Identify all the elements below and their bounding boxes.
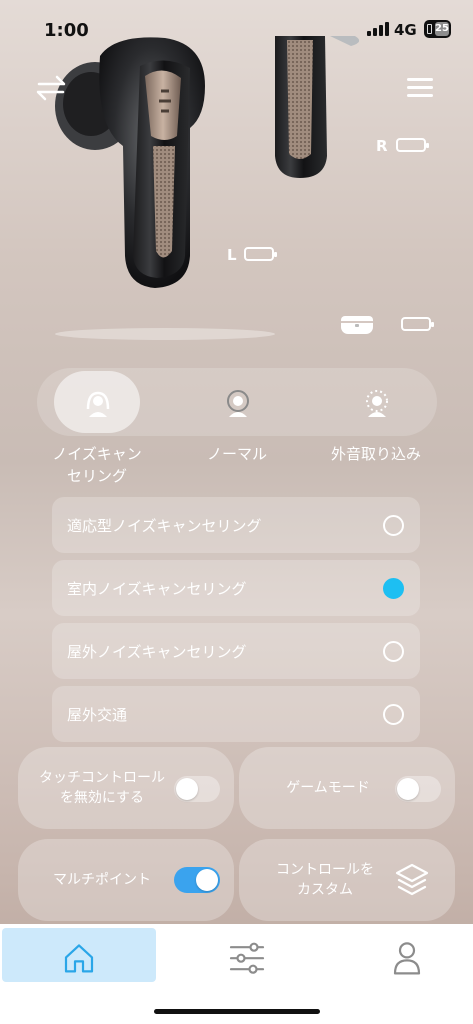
tile-multipoint[interactable]: マルチポイント (18, 839, 234, 921)
option-outdoor-anc[interactable]: 屋外ノイズキャンセリング (52, 623, 420, 679)
earbuds-image (55, 36, 360, 340)
option-adaptive-anc[interactable]: 適応型ノイズキャンセリング (52, 497, 420, 553)
option-label: 屋外交通 (67, 706, 128, 724)
battery-status-icon: 25 (424, 20, 451, 38)
layers-icon (395, 863, 429, 896)
multipoint-toggle[interactable] (174, 867, 220, 893)
tile-label: ゲームモード (286, 780, 370, 796)
mode-noise-cancelling[interactable] (54, 371, 140, 433)
normal-mode-icon (227, 390, 249, 417)
option-label: 屋外ノイズキャンセリング (67, 643, 247, 661)
radio-button-selected[interactable] (383, 578, 404, 599)
mode-label-noise-cancelling: ノイズキャン セリング (52, 445, 142, 485)
radio-button[interactable] (383, 704, 404, 725)
touch-control-toggle[interactable] (174, 776, 220, 802)
swap-arrows-icon[interactable] (33, 72, 69, 104)
nav-tab-equalizer[interactable] (170, 928, 324, 982)
tile-label: タッチコントロール を無効にする (39, 770, 165, 806)
option-label: 適応型ノイズキャンセリング (67, 517, 262, 535)
battery-level: 25 (435, 22, 449, 36)
left-battery-icon (244, 247, 277, 261)
nav-tab-home[interactable] (2, 928, 156, 982)
tile-touch-control[interactable]: タッチコントロール を無効にする (18, 747, 234, 829)
option-indoor-anc[interactable]: 室内ノイズキャンセリング (52, 560, 420, 616)
mode-ambient[interactable] (333, 371, 419, 433)
mode-label-normal: ノーマル (206, 445, 267, 463)
noise-cancelling-icon (86, 391, 110, 417)
tile-custom-control[interactable]: コントロールを カスタム (239, 839, 455, 921)
hamburger-menu-icon[interactable] (407, 76, 435, 100)
radio-button[interactable] (383, 641, 404, 662)
option-outdoor-traffic[interactable]: 屋外交通 (52, 686, 420, 742)
tile-label: マルチポイント (53, 872, 151, 888)
home-indicator (154, 1009, 320, 1014)
tile-game-mode[interactable]: ゲームモード (239, 747, 455, 829)
person-icon (393, 942, 421, 975)
left-earbud-label: L (227, 246, 237, 264)
radio-button[interactable] (383, 515, 404, 536)
game-mode-toggle[interactable] (395, 776, 441, 802)
home-icon (64, 944, 94, 973)
charging-case-icon (341, 316, 373, 334)
mode-label-ambient: 外音取り込み (330, 445, 421, 463)
mode-normal[interactable] (194, 371, 280, 433)
right-earbud-label: R (376, 137, 388, 155)
ambient-sound-icon (366, 390, 388, 417)
right-battery-icon (396, 138, 429, 152)
tile-label: コントロールを カスタム (276, 862, 374, 898)
sliders-icon (229, 942, 265, 974)
signal-icon (367, 22, 389, 36)
nav-tab-profile[interactable] (330, 928, 473, 982)
option-label: 室内ノイズキャンセリング (67, 580, 247, 598)
case-battery-icon (401, 317, 434, 331)
